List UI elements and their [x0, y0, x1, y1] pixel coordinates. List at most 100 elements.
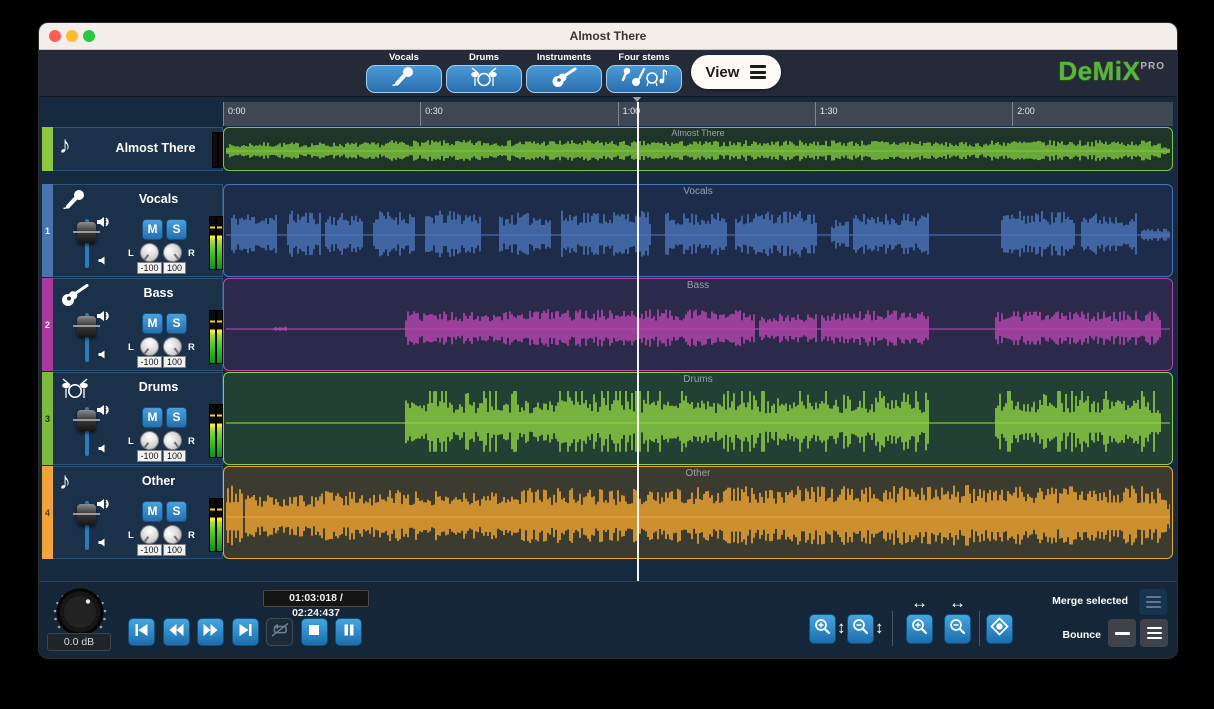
loop-icon [271, 622, 289, 642]
track-name: Almost There [93, 141, 218, 155]
zoom-in-icon [911, 618, 928, 640]
solo-button[interactable]: S [166, 501, 187, 522]
pan-left-label: L [128, 436, 134, 447]
mute-button[interactable]: M [142, 407, 163, 428]
bounce-menu-button[interactable] [1140, 619, 1168, 647]
audio-clip-vocals[interactable]: Vocals [223, 184, 1173, 277]
vertical-resize-arrow-icon[interactable]: ↕ [875, 618, 884, 638]
bounce-minus-button[interactable] [1108, 619, 1136, 647]
zoom-out-vertical-button[interactable] [847, 614, 874, 644]
stem-group-instruments: Instruments [526, 52, 602, 93]
track-row-master: ♪ Almost There Almost There [39, 127, 1177, 171]
clip-label: Other [224, 468, 1172, 479]
minus-icon [1115, 632, 1130, 635]
mute-button[interactable]: M [142, 313, 163, 334]
bounce-label: Bounce [941, 629, 1101, 641]
merge-selected-button[interactable] [1139, 589, 1167, 615]
ruler-tick: 0:30 [420, 102, 443, 126]
waveform [226, 385, 1170, 461]
time-display: 01:03:018 / 02:24:437 [263, 590, 369, 607]
level-meter [209, 216, 223, 270]
pan-right-label: R [188, 436, 195, 447]
audio-clip-drums[interactable]: Drums [223, 372, 1173, 465]
level-meter [209, 310, 223, 364]
merge-selected-label: Merge selected [968, 595, 1128, 607]
zoom-out-icon [852, 618, 869, 640]
track-header-other: 4 ♪ Other M S L R -100 100 [42, 466, 223, 559]
zoom-in-icon [814, 618, 831, 640]
audio-clip-other[interactable]: Other [223, 466, 1173, 559]
time-ruler[interactable]: 0:000:301:001:302:00 [223, 102, 1173, 126]
titlebar: Almost There [39, 23, 1177, 50]
divider [892, 611, 893, 646]
clip-label: Drums [224, 374, 1172, 385]
pan-left-label: L [128, 530, 134, 541]
clip-label: Vocals [224, 186, 1172, 197]
music-note-icon: ♪ [59, 134, 71, 158]
speaker-quiet-icon [98, 534, 107, 552]
audio-clip-bass[interactable]: Bass [223, 278, 1173, 371]
waveform [226, 197, 1170, 273]
ruler-tick: 2:00 [1012, 102, 1035, 126]
pause-button[interactable] [335, 618, 362, 646]
skip-to-start-button[interactable] [128, 618, 155, 646]
app-logo: DeMiXPRO [1058, 56, 1165, 87]
track-color-stripe: 4 [42, 466, 53, 559]
instruments-stem-button[interactable] [526, 65, 602, 93]
pan-right-value[interactable]: 100 [163, 544, 186, 556]
fast-forward-icon [203, 623, 218, 642]
pan-right-label: R [188, 342, 195, 353]
pan-right-label: R [188, 248, 195, 259]
volume-fader[interactable] [77, 222, 96, 243]
fast-forward-button[interactable] [197, 618, 224, 646]
transport-buttons [128, 618, 362, 646]
volume-fader[interactable] [77, 316, 96, 337]
pan-left-label: L [128, 248, 134, 259]
skip-to-end-button[interactable] [232, 618, 259, 646]
four-stems-button[interactable] [606, 65, 682, 93]
pan-left-label: L [128, 342, 134, 353]
pan-left-value[interactable]: -100 [137, 356, 162, 368]
hamburger-menu-icon [1147, 627, 1162, 640]
pan-left-value[interactable]: -100 [137, 450, 162, 462]
horizontal-resize-arrow-icon[interactable]: ↔ [906, 593, 933, 613]
pause-icon [342, 623, 356, 642]
solo-button[interactable]: S [166, 407, 187, 428]
track-name: Bass [99, 286, 218, 300]
ruler-tick: 1:30 [815, 102, 838, 126]
track-header-vocals: 1 Vocals M S L R -100 100 [42, 184, 223, 277]
mute-button[interactable]: M [142, 219, 163, 240]
waveform [226, 479, 1170, 555]
clip-label: Bass [224, 280, 1172, 291]
pan-left-value[interactable]: -100 [137, 262, 162, 274]
mute-button[interactable]: M [142, 501, 163, 522]
volume-fader[interactable] [77, 410, 96, 431]
solo-button[interactable]: S [166, 313, 187, 334]
volume-fader[interactable] [77, 504, 96, 525]
track-color-stripe: 1 [42, 184, 53, 277]
vocals-stem-button[interactable] [366, 65, 442, 93]
pan-right-value[interactable]: 100 [163, 450, 186, 462]
skip-to-end-icon [238, 623, 253, 642]
zoom-in-horizontal-button[interactable] [906, 614, 933, 644]
stop-button[interactable] [301, 618, 328, 646]
drum-kit-icon [59, 376, 91, 407]
drums-stem-button[interactable] [446, 65, 522, 93]
rewind-button[interactable] [163, 618, 190, 646]
loop-button[interactable] [266, 618, 293, 646]
four-stems-icon [621, 65, 667, 94]
pan-left-value[interactable]: -100 [137, 544, 162, 556]
level-meter [209, 498, 223, 552]
vertical-resize-arrow-icon[interactable]: ↕ [837, 618, 846, 638]
horizontal-resize-arrow-icon[interactable]: ↔ [944, 593, 971, 613]
zoom-in-vertical-button[interactable] [809, 614, 836, 644]
pan-right-value[interactable]: 100 [163, 262, 186, 274]
hamburger-menu-icon [750, 65, 766, 79]
pan-right-value[interactable]: 100 [163, 356, 186, 368]
guitar-icon [59, 282, 91, 313]
ruler-tick: 0:00 [223, 102, 246, 126]
view-button[interactable]: View [691, 55, 781, 89]
solo-button[interactable]: S [166, 219, 187, 240]
app-window: Almost There Vocals Drums Instruments [38, 22, 1178, 659]
audio-clip-master[interactable]: Almost There [223, 127, 1173, 171]
